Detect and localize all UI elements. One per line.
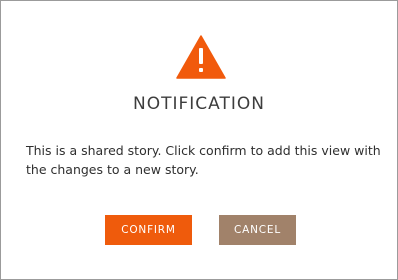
dialog-title: NOTIFICATION [133,94,265,114]
notification-dialog: NOTIFICATION This is a shared story. Cli… [0,0,398,280]
dialog-message: This is a shared story. Click confirm to… [26,143,381,177]
cancel-button[interactable]: CANCEL [219,215,296,245]
confirm-button[interactable]: CONFIRM [105,215,192,245]
exclamation-dot [199,68,203,72]
exclamation-bar [199,48,203,64]
warning-triangle-icon [176,35,226,79]
